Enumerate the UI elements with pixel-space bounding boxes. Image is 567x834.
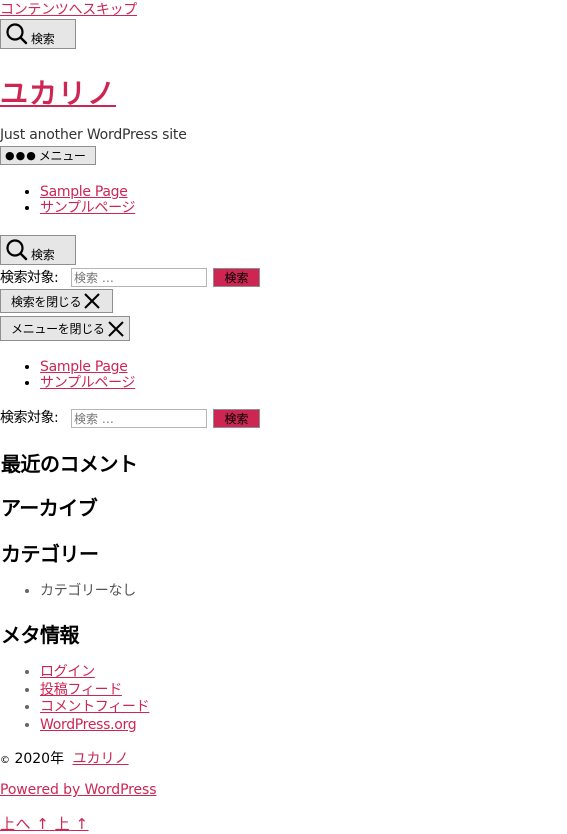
categories-list: カテゴリーなし bbox=[0, 583, 136, 599]
meta-login-link[interactable]: ログイン bbox=[40, 664, 95, 680]
category-item: カテゴリーなし bbox=[40, 583, 136, 599]
close-menu-label: メニューを閉じる bbox=[11, 322, 105, 336]
to-top-label: 上へ bbox=[0, 815, 32, 833]
footer-site-link[interactable]: ユカリノ bbox=[73, 751, 129, 767]
widget-title-meta: メタ情報 bbox=[1, 623, 80, 647]
dots-icon: ●●● bbox=[5, 149, 37, 162]
widget-title-categories: カテゴリー bbox=[1, 542, 99, 566]
meta-item: ログイン bbox=[40, 664, 149, 682]
meta-wordpress-link[interactable]: WordPress.org bbox=[40, 717, 137, 733]
widget-title-recent-comments: 最近のコメント bbox=[1, 452, 138, 476]
menu-item-link[interactable]: サンプルページ bbox=[40, 375, 136, 391]
site-title-link[interactable]: ユカリノ bbox=[0, 77, 116, 110]
widget-title-archives: アーカイブ bbox=[1, 496, 98, 520]
search-modal-toggle-label: 検索 bbox=[31, 247, 55, 262]
menu-item: Sample Page bbox=[40, 359, 135, 375]
search-input[interactable] bbox=[71, 268, 207, 287]
meta-item: WordPress.org bbox=[40, 717, 149, 735]
menu-item-link[interactable]: サンプルページ bbox=[40, 200, 136, 216]
menu-toggle-label: メニュー bbox=[38, 149, 86, 163]
search-toggle-label: 検索 bbox=[31, 31, 55, 46]
primary-menu: Sample Page サンプルページ bbox=[0, 184, 136, 216]
copyright-symbol: © bbox=[0, 755, 10, 766]
powered-by-link[interactable]: Powered by WordPress bbox=[0, 782, 157, 798]
to-the-top-link[interactable]: 上へ ↑ 上 ↑ bbox=[0, 813, 89, 834]
copyright-year: 2020年 bbox=[14, 751, 65, 767]
meta-comments-feed-link[interactable]: コメントフィード bbox=[40, 699, 150, 715]
footer-copyright: © 2020年 ユカリノ bbox=[0, 748, 129, 768]
meta-entries-feed-link[interactable]: 投稿フィード bbox=[40, 682, 122, 698]
arrow-up-icon: ↑ bbox=[75, 815, 89, 833]
modal-menu: Sample Page サンプルページ bbox=[0, 359, 136, 391]
search-field-label: 検索対象: bbox=[0, 270, 59, 286]
footer-search-input[interactable] bbox=[71, 409, 207, 428]
close-icon bbox=[84, 293, 100, 309]
footer-search-submit-button[interactable]: 検索 bbox=[213, 409, 260, 428]
menu-item: Sample Page bbox=[40, 184, 135, 200]
search-toggle-button[interactable]: 検索 bbox=[0, 19, 76, 49]
close-search-label: 検索を閉じる bbox=[11, 294, 82, 309]
menu-toggle-button[interactable]: ●●● メニュー bbox=[0, 146, 96, 165]
to-top-label-short: 上 bbox=[54, 815, 71, 833]
close-search-button[interactable]: 検索を閉じる bbox=[0, 289, 113, 313]
site-title: ユカリノ bbox=[0, 72, 116, 112]
close-menu-button[interactable]: メニューを閉じる bbox=[0, 316, 130, 341]
footer-search-field-label: 検索対象: bbox=[0, 410, 59, 426]
search-submit-button[interactable]: 検索 bbox=[213, 268, 260, 287]
skip-to-content-link[interactable]: コンテンツへスキップ bbox=[0, 0, 137, 19]
arrow-up-icon: ↑ bbox=[36, 815, 50, 833]
meta-list: ログイン 投稿フィード コメントフィード WordPress.org bbox=[0, 664, 150, 735]
site-description: Just another WordPress site bbox=[0, 127, 187, 143]
close-icon bbox=[107, 320, 124, 337]
search-modal-toggle-button[interactable]: 検索 bbox=[0, 235, 76, 265]
menu-item: サンプルページ bbox=[40, 375, 136, 391]
meta-item: コメントフィード bbox=[40, 699, 150, 717]
menu-item-link[interactable]: Sample Page bbox=[40, 359, 128, 375]
meta-item: 投稿フィード bbox=[40, 682, 149, 700]
search-icon bbox=[6, 23, 28, 45]
menu-item-link[interactable]: Sample Page bbox=[40, 184, 128, 200]
search-icon bbox=[6, 239, 28, 261]
menu-item: サンプルページ bbox=[40, 200, 136, 216]
